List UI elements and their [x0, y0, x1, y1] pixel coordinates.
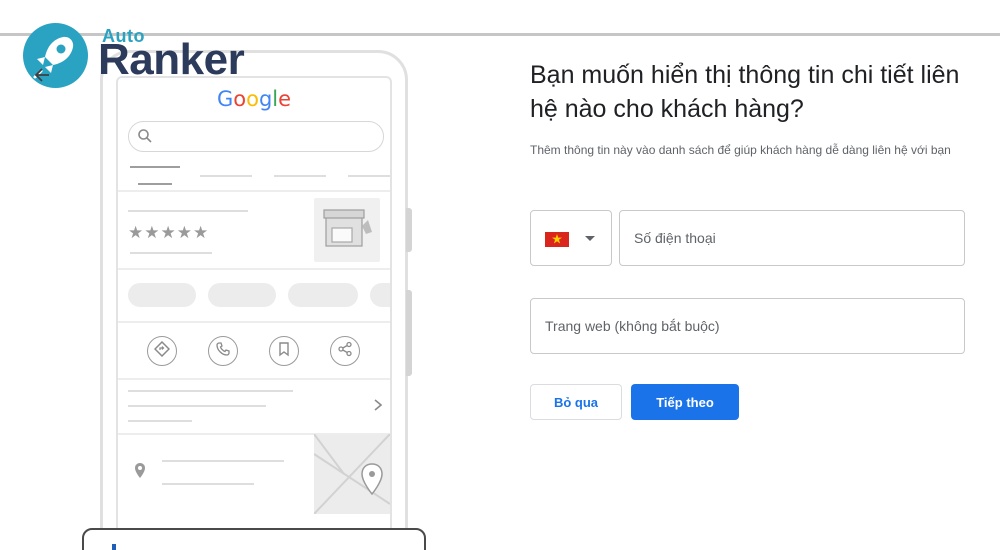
website-input[interactable] [530, 298, 965, 354]
vietnam-flag-icon [545, 232, 569, 247]
action-save [269, 336, 299, 366]
chevron-down-icon [585, 236, 595, 241]
phone-side-button [406, 290, 412, 376]
map-thumbnail [314, 434, 390, 514]
phone-side-button [406, 208, 412, 252]
divider [118, 378, 390, 380]
phone-screen: Google ★★★★★ [116, 76, 392, 550]
bookmark-icon [277, 341, 291, 362]
tab-underline [138, 183, 172, 185]
chip-placeholder [128, 283, 196, 307]
rating-stars: ★★★★★ [128, 223, 210, 243]
divider [118, 190, 390, 192]
placeholder-line [130, 252, 212, 254]
chip-placeholder [288, 283, 358, 307]
chip-placeholder [208, 283, 276, 307]
action-share [330, 336, 360, 366]
preview-search-bar [128, 121, 384, 152]
divider [118, 268, 390, 270]
tab-line [130, 166, 180, 168]
bottom-sheet [82, 528, 426, 550]
placeholder-line [128, 405, 266, 407]
rocket-icon [23, 36, 88, 92]
phone-number-input[interactable] [619, 210, 965, 266]
skip-button[interactable]: Bỏ qua [530, 384, 622, 420]
store-icon [314, 209, 380, 266]
google-logo: Google [216, 87, 292, 111]
action-directions [147, 336, 177, 366]
back-arrow-icon [34, 68, 50, 87]
chip-placeholder [370, 283, 390, 307]
country-code-select[interactable] [530, 210, 612, 266]
placeholder-line [162, 483, 254, 485]
tab-line [348, 175, 390, 177]
placeholder-line [162, 460, 284, 462]
divider [118, 321, 390, 323]
accent-marker [112, 544, 116, 550]
placeholder-line [128, 420, 192, 422]
location-pin-icon [134, 462, 146, 485]
next-button[interactable]: Tiếp theo [631, 384, 739, 420]
autoranker-logo-mark [23, 23, 88, 88]
placeholder-line [128, 390, 293, 392]
page-title: Bạn muốn hiển thị thông tin chi tiết liê… [530, 61, 960, 123]
logo-main-word: Ranker [98, 35, 245, 84]
tab-line [200, 175, 252, 177]
chevron-right-icon [372, 396, 384, 417]
tab-line [274, 175, 326, 177]
phone-icon [215, 341, 231, 362]
page-description: Thêm thông tin này vào danh sách để giúp… [530, 143, 951, 157]
action-call [208, 336, 238, 366]
share-icon [337, 341, 353, 362]
business-thumbnail [314, 198, 380, 262]
placeholder-line [128, 210, 248, 212]
directions-icon [153, 340, 171, 362]
